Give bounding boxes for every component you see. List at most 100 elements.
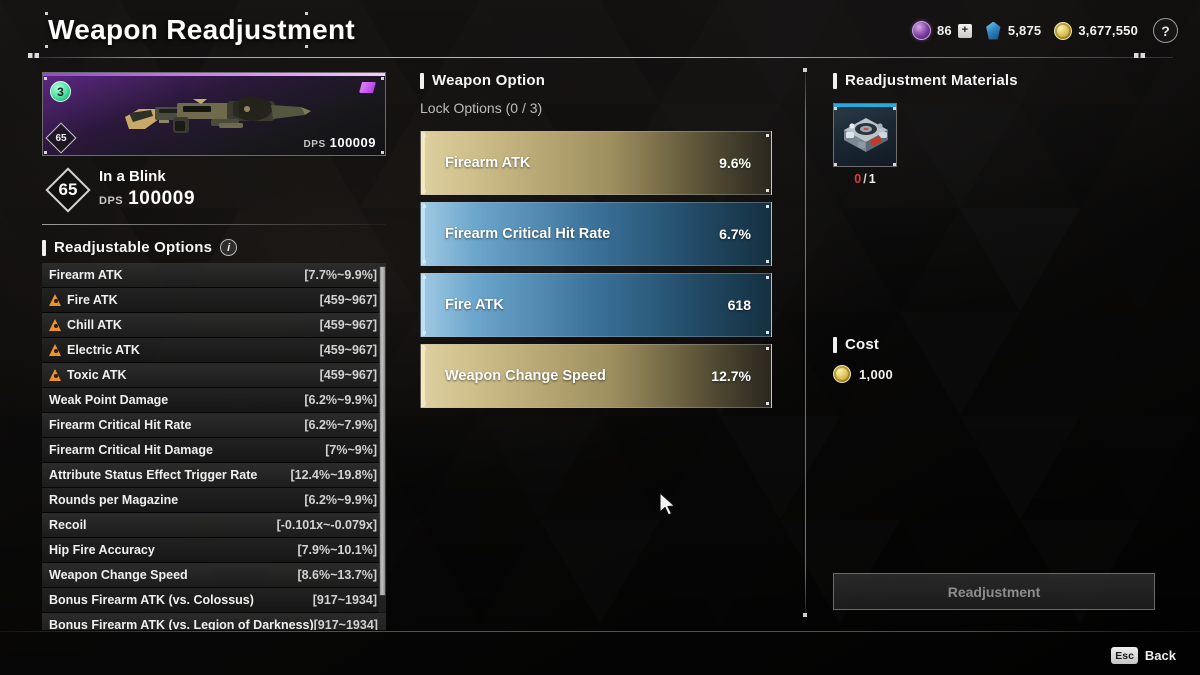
materials-title: Readjustment Materials	[845, 72, 1018, 89]
option-bars-container: Firearm ATK 9.6% Firearm Critical Hit Rate…	[420, 131, 780, 408]
header-divider-cap-right	[1134, 53, 1145, 58]
option-bar-corner-dot	[766, 276, 769, 279]
options-scrollbar-thumb[interactable]	[379, 266, 386, 596]
materials-grid: 0/1	[833, 103, 1163, 186]
warning-triangle-icon	[49, 319, 62, 331]
readjustable-options-heading: Readjustable Options i	[42, 239, 386, 256]
option-bar-corner-dot	[423, 331, 426, 334]
materials-panel: Readjustment Materials 0 / 1 Cost 1,000	[833, 72, 1163, 383]
readjustable-option-row[interactable]: Chill ATK [459~967]	[42, 313, 386, 338]
readjustable-option-row[interactable]: Weak Point Damage [6.2%~9.9%]	[42, 388, 386, 413]
material-count: 0/1	[833, 172, 897, 186]
weapon-option-panel: Weapon Option Lock Options (0 / 3) Firea…	[420, 72, 780, 415]
option-row-range: [459~967]	[319, 293, 377, 307]
panel-divider-cap-top	[803, 68, 807, 72]
readjustable-option-row[interactable]: Bonus Firearm ATK (vs. Legion of Darknes…	[42, 613, 386, 630]
header-divider-cap-left	[28, 53, 39, 58]
weapon-option-bar-value: 9.6%	[719, 155, 751, 171]
card-corner-dot	[44, 77, 47, 80]
weapon-rank-badge: 3	[50, 81, 71, 102]
readjustable-option-row[interactable]: Bonus Firearm ATK (vs. Colossus) [917~193…	[42, 588, 386, 613]
left-panel-divider	[42, 224, 386, 225]
footer-divider	[0, 631, 1200, 632]
weapon-name: In a Blink	[99, 168, 166, 185]
readjustable-rows-container: Firearm ATK [7.7%~9.9%] Fire ATK [459~967] C…	[42, 263, 386, 630]
option-row-range: [6.2%~9.9%]	[304, 493, 377, 507]
footer-back-hint[interactable]: Esc Back	[1111, 647, 1176, 664]
option-bar-corner-dot	[423, 276, 426, 279]
option-row-left: Recoil	[49, 518, 87, 532]
currency-orb[interactable]: 86 +	[911, 21, 972, 40]
currency-gem[interactable]: 5,875	[985, 21, 1042, 40]
weapon-card[interactable]: 3 65 DPS 100009	[42, 72, 386, 156]
warning-triangle-icon	[49, 369, 62, 381]
title-corner-dot	[305, 45, 308, 48]
options-scrollbar-track[interactable]	[379, 263, 386, 630]
option-bar-corner-dot	[423, 189, 426, 192]
option-row-name: Bonus Firearm ATK (vs. Colossus)	[49, 593, 254, 607]
material-slot[interactable]: 0/1	[833, 103, 897, 186]
option-row-name: Electric ATK	[67, 343, 140, 357]
readjustable-option-row[interactable]: Electric ATK [459~967]	[42, 338, 386, 363]
currency-gold[interactable]: 3,677,550	[1054, 21, 1138, 40]
material-icon-box[interactable]	[833, 103, 897, 167]
panel-divider	[805, 70, 806, 615]
module-part-icon	[844, 118, 888, 152]
gem-icon	[986, 21, 1001, 40]
option-row-left: Toxic ATK	[49, 368, 127, 382]
readjustable-option-row[interactable]: Firearm ATK [7.7%~9.9%]	[42, 263, 386, 288]
option-bar-corner-dot	[423, 205, 426, 208]
info-icon[interactable]: i	[220, 239, 238, 256]
esc-key-icon: Esc	[1111, 647, 1138, 664]
weapon-option-bar-value: 618	[727, 297, 751, 313]
add-orb-button[interactable]: +	[957, 23, 972, 38]
card-corner-dot	[44, 151, 47, 154]
weapon-option-bar-value: 6.7%	[719, 226, 751, 242]
option-bar-corner-dot	[766, 205, 769, 208]
heading-accent-bar	[833, 336, 837, 353]
option-row-range: [8.6%~13.7%]	[297, 568, 377, 582]
readjustable-option-row[interactable]: Toxic ATK [459~967]	[42, 363, 386, 388]
readjustable-option-row[interactable]: Fire ATK [459~967]	[42, 288, 386, 313]
page-title: Weapon Readjustment	[48, 14, 356, 45]
readjustable-option-row[interactable]: Rounds per Magazine [6.2%~9.9%]	[42, 488, 386, 513]
weapon-option-bar-label: Weapon Change Speed	[445, 368, 606, 384]
weapon-option-title: Weapon Option	[432, 72, 546, 89]
weapon-option-bar[interactable]: Fire ATK 618	[420, 273, 772, 337]
back-label: Back	[1144, 648, 1176, 663]
readjustable-option-row[interactable]: Weapon Change Speed [8.6%~13.7%]	[42, 563, 386, 588]
heading-accent-bar	[833, 72, 837, 89]
option-row-name: Bonus Firearm ATK (vs. Legion of Darknes…	[49, 618, 314, 630]
option-row-range: [459~967]	[319, 343, 377, 357]
material-corner-dot	[834, 107, 837, 110]
option-row-name: Firearm Critical Hit Damage	[49, 443, 213, 457]
weapon-card-dps-value: 100009	[329, 135, 376, 150]
help-button[interactable]: ?	[1153, 18, 1178, 43]
option-row-left: Bonus Firearm ATK (vs. Legion of Darknes…	[49, 618, 314, 630]
cost-value: 1,000	[859, 366, 894, 382]
readjustment-button[interactable]: Readjustment	[833, 573, 1155, 610]
header-divider	[27, 57, 1173, 58]
lock-options-label: Lock Options (0 / 3)	[420, 100, 543, 116]
option-row-name: Toxic ATK	[67, 368, 127, 382]
option-row-range: [7.7%~9.9%]	[304, 268, 377, 282]
currency-gem-value: 5,875	[1007, 23, 1042, 38]
option-row-left: Weak Point Damage	[49, 393, 168, 407]
option-row-name: Fire ATK	[67, 293, 118, 307]
title-corner-dot	[45, 12, 48, 15]
readjustable-option-row[interactable]: Firearm Critical Hit Damage [7%~9%]	[42, 438, 386, 463]
gold-coin-icon	[833, 365, 851, 383]
weapon-level-badge: 65	[45, 167, 91, 213]
readjustable-option-row[interactable]: Firearm Critical Hit Rate [6.2%~7.9%]	[42, 413, 386, 438]
weapon-option-bar[interactable]: Firearm ATK 9.6%	[420, 131, 772, 195]
readjustable-options-list[interactable]: Firearm ATK [7.7%~9.9%] Fire ATK [459~967] C…	[42, 263, 386, 630]
weapon-option-bar[interactable]: Firearm Critical Hit Rate 6.7%	[420, 202, 772, 266]
option-row-name: Recoil	[49, 518, 87, 532]
orb-icon	[911, 21, 931, 40]
option-bar-corner-dot	[766, 402, 769, 405]
readjustable-option-row[interactable]: Hip Fire Accuracy [7.9%~10.1%]	[42, 538, 386, 563]
weapon-option-bar[interactable]: Weapon Change Speed 12.7%	[420, 344, 772, 408]
readjustable-option-row[interactable]: Recoil [-0.101x~-0.079x]	[42, 513, 386, 538]
materials-heading: Readjustment Materials	[833, 72, 1163, 89]
readjustable-option-row[interactable]: Attribute Status Effect Trigger Rate [12.…	[42, 463, 386, 488]
